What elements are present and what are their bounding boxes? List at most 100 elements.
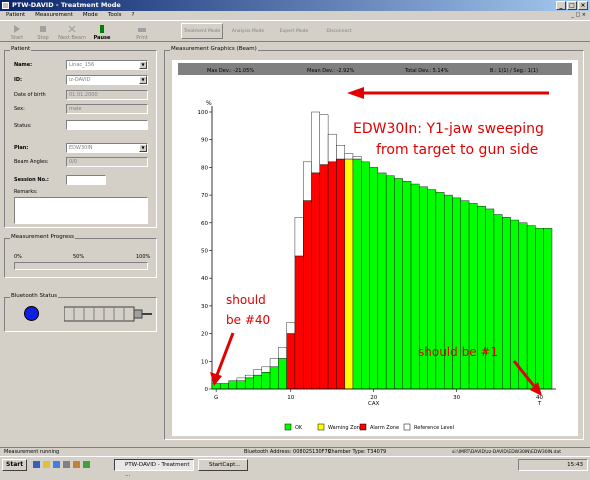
reference-bar bbox=[344, 153, 354, 160]
legend-swatch bbox=[284, 423, 292, 431]
progress-tick-0: 0% bbox=[14, 254, 22, 260]
menu-patient[interactable]: Patient bbox=[6, 11, 25, 20]
start-button[interactable]: Start bbox=[4, 21, 30, 41]
start-button-taskbar[interactable]: Start bbox=[2, 458, 28, 471]
id-field[interactable]: iz-DAVID ▼ bbox=[66, 75, 148, 85]
remarks-textarea[interactable] bbox=[14, 197, 148, 224]
signal-level-icon bbox=[64, 306, 152, 322]
chevron-down-icon[interactable]: ▼ bbox=[139, 144, 147, 152]
measured-bar bbox=[352, 158, 362, 390]
plan-label: Plan: bbox=[14, 145, 29, 151]
expert-mode-button[interactable]: Expert Mode bbox=[273, 23, 315, 39]
beam-angles-field: 0/0 bbox=[66, 157, 148, 167]
measured-bar bbox=[460, 200, 470, 390]
bluetooth-status-indicator bbox=[24, 306, 39, 321]
reference-bar bbox=[311, 111, 321, 174]
status-field[interactable] bbox=[66, 120, 148, 130]
direction-arrow bbox=[347, 87, 549, 99]
menu-bar: Patient Measurement Mode Tools ? bbox=[0, 11, 590, 20]
task-ptw-david[interactable]: PTW-DAVID - Treatment ... bbox=[114, 459, 194, 478]
outlook-icon[interactable] bbox=[53, 461, 61, 468]
menu-measurement[interactable]: Measurement bbox=[35, 11, 73, 20]
analysis-mode-button[interactable]: Analysis Mode bbox=[226, 23, 270, 39]
measured-bar bbox=[377, 172, 387, 390]
task-startcapt[interactable]: StartCapt... bbox=[198, 459, 248, 471]
disconnect-button[interactable]: Disconnect bbox=[318, 23, 360, 39]
mdi-controls[interactable]: _ □ × bbox=[571, 12, 586, 18]
y-tick-label: 40 bbox=[201, 276, 208, 282]
measured-bar bbox=[244, 377, 254, 390]
measured-bar bbox=[493, 214, 503, 390]
chevron-down-icon[interactable]: ▼ bbox=[139, 76, 147, 84]
play-icon bbox=[14, 25, 20, 33]
stat-total-dev: Total Dev.: 5.14% bbox=[404, 68, 449, 74]
remarks-label: Remarks: bbox=[14, 189, 38, 195]
measured-bar bbox=[477, 205, 486, 390]
measured-bar bbox=[344, 158, 354, 390]
next-beam-button[interactable]: Next Beam bbox=[56, 21, 88, 41]
stop-button[interactable]: Stop bbox=[30, 21, 56, 41]
measured-bar bbox=[278, 358, 287, 390]
window-title: PTW-DAVID - Treatment Mode bbox=[12, 1, 121, 9]
annotation-right: should be #1 bbox=[418, 345, 498, 359]
reference-bar bbox=[269, 358, 279, 368]
legend-label: Warning Zone bbox=[328, 425, 363, 431]
app-icon bbox=[2, 2, 9, 9]
measured-bar bbox=[361, 161, 370, 390]
toolbar: Start Stop Next Beam Pause Print Treatme… bbox=[0, 20, 590, 42]
bluetooth-panel-title: Bluetooth Status bbox=[10, 293, 58, 299]
pause-button[interactable]: Pause bbox=[88, 21, 116, 41]
desktop-icon[interactable] bbox=[63, 461, 71, 468]
stat-beam-segment: B.: 1(1) / Seg.: 1(1) bbox=[490, 68, 538, 74]
id-label: ID: bbox=[14, 77, 23, 83]
session-field[interactable] bbox=[66, 175, 106, 185]
name-field[interactable]: Linac_156 ▼ bbox=[66, 60, 148, 70]
y-axis-label: % bbox=[206, 100, 212, 107]
measured-bar bbox=[336, 158, 345, 390]
x-tick-label: G bbox=[214, 395, 218, 401]
legend-label: OK bbox=[295, 425, 303, 431]
y-tick-label: 90 bbox=[201, 138, 208, 144]
folder-icon[interactable] bbox=[43, 461, 51, 468]
next-icon bbox=[68, 25, 76, 33]
annotation-main-line2: from target to gun side bbox=[376, 142, 538, 158]
measured-bar bbox=[269, 366, 279, 390]
y-tick-label: 60 bbox=[201, 221, 208, 227]
progress-panel-title: Measurement Progress bbox=[10, 234, 75, 240]
patient-panel-title: Patient bbox=[10, 46, 32, 52]
maximize-button[interactable]: □ bbox=[567, 1, 577, 10]
close-button[interactable]: × bbox=[578, 1, 588, 10]
plan-field[interactable]: EDW30IN ▼ bbox=[66, 143, 148, 153]
measured-bar bbox=[402, 181, 412, 390]
measured-bar bbox=[452, 197, 461, 390]
minimize-button[interactable]: _ bbox=[556, 1, 566, 10]
app-icon-1[interactable] bbox=[73, 461, 81, 468]
x-tick-label: 10 bbox=[287, 395, 294, 401]
measured-bar bbox=[211, 383, 221, 390]
legend-swatch bbox=[403, 423, 411, 431]
reference-bar bbox=[352, 156, 362, 160]
measured-bar bbox=[543, 228, 553, 390]
measured-bar bbox=[485, 208, 495, 390]
measured-bar bbox=[385, 175, 395, 390]
menu-mode[interactable]: Mode bbox=[83, 11, 98, 20]
chevron-down-icon[interactable]: ▼ bbox=[139, 61, 147, 69]
menu-help[interactable]: ? bbox=[131, 11, 134, 20]
annotation-left-line1: should bbox=[226, 293, 266, 307]
measured-bar bbox=[303, 200, 312, 390]
measured-bar bbox=[427, 189, 437, 390]
measured-bar bbox=[220, 383, 229, 390]
app-icon-2[interactable] bbox=[83, 461, 91, 468]
menu-tools[interactable]: Tools bbox=[108, 11, 122, 20]
print-button[interactable]: Print bbox=[130, 21, 154, 41]
system-tray: 15:43 bbox=[518, 459, 588, 471]
stat-mean-dev: Mean Dev.: -2.92% bbox=[307, 68, 355, 74]
legend-label: Reference Level bbox=[414, 425, 454, 431]
measured-bar bbox=[468, 203, 478, 390]
treatment-mode-button[interactable]: Treatment Mode bbox=[181, 23, 223, 39]
ie-icon[interactable] bbox=[33, 461, 41, 468]
measured-bar bbox=[526, 225, 536, 390]
y-tick-label: 80 bbox=[201, 165, 208, 171]
measured-bar bbox=[236, 380, 246, 390]
measured-bar bbox=[435, 192, 445, 390]
